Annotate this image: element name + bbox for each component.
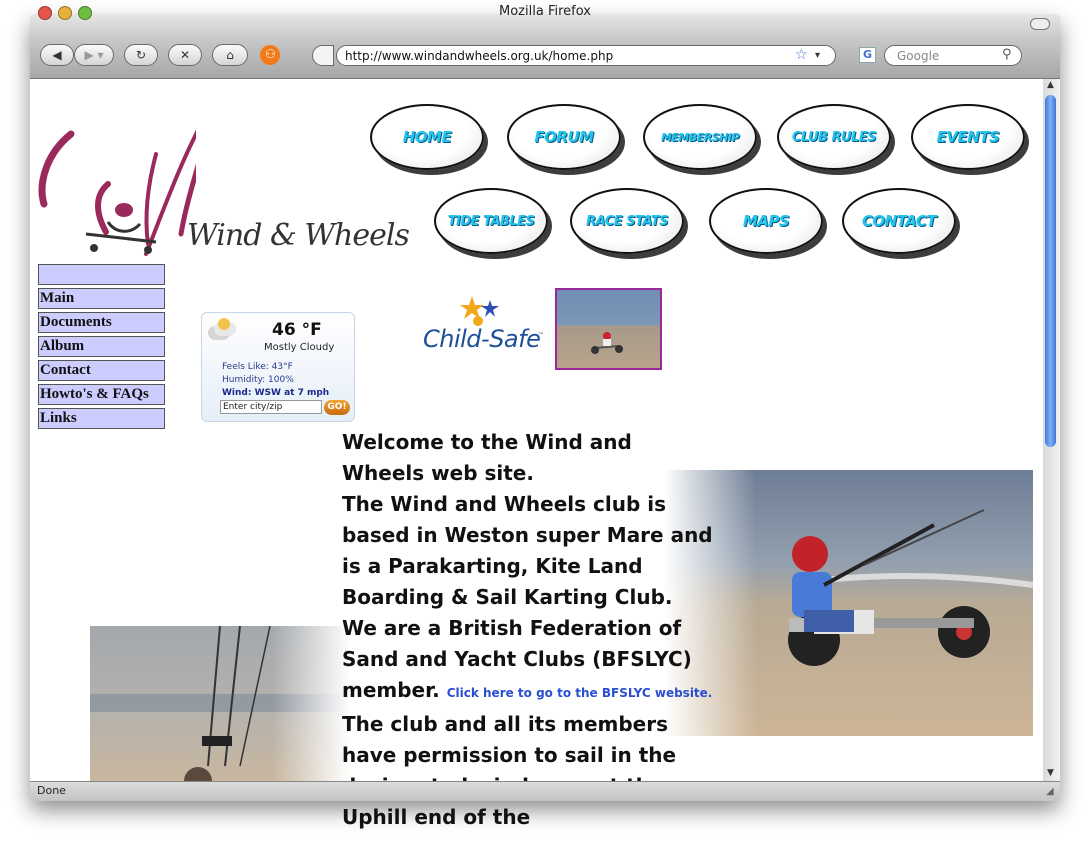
welcome-text-block: Welcome to the Wind and Wheels web site.… bbox=[342, 427, 714, 833]
reload-icon: ↻ bbox=[135, 48, 147, 62]
back-arrow-icon: ◀ bbox=[52, 48, 62, 62]
kart-rider-photo bbox=[664, 470, 1033, 736]
kite-boarder-photo-image bbox=[90, 626, 350, 781]
resize-grip-icon[interactable]: ◢ bbox=[1046, 786, 1054, 797]
forward-button[interactable]: ▶ ▾ bbox=[74, 44, 114, 66]
child-safe-trademark: ™ bbox=[538, 332, 544, 339]
nav-maps-label: MAPS bbox=[742, 212, 790, 230]
kart-rider-photo-image bbox=[664, 470, 1033, 736]
sailing-permission-text: The club and all its members have permis… bbox=[342, 712, 677, 829]
nav-contact-button[interactable]: CONTACT bbox=[842, 188, 956, 254]
stop-icon: ✕ bbox=[179, 48, 191, 62]
nav-tide-tables-button[interactable]: TIDE TABLES bbox=[434, 188, 548, 254]
menu-item-album[interactable]: Album bbox=[38, 336, 165, 357]
kart-rider-thumbnail-icon bbox=[591, 332, 623, 354]
welcome-heading: Welcome to the Wind and Wheels web site. bbox=[342, 430, 632, 485]
weather-humidity: Humidity: 100% bbox=[222, 375, 294, 385]
menu-item-howtos-faqs[interactable]: Howto's & FAQs bbox=[38, 384, 165, 405]
nav-home-label: HOME bbox=[402, 128, 452, 146]
nav-race-stats-label: RACE STATS bbox=[586, 213, 668, 229]
child-safe-logo-text: Child-Safe bbox=[423, 325, 541, 353]
nav-contact-label: CONTACT bbox=[861, 212, 937, 230]
status-bar bbox=[30, 781, 1060, 801]
menu-item-main[interactable]: Main bbox=[38, 288, 165, 309]
nav-club-rules-label: CLUB RULES bbox=[791, 129, 877, 145]
stop-button[interactable]: ✕ bbox=[168, 44, 202, 66]
menu-item-blank[interactable] bbox=[38, 264, 165, 285]
addon-icon: ⚇ bbox=[265, 47, 276, 61]
bookmark-star-icon[interactable]: ☆ bbox=[795, 47, 808, 63]
menu-item-links[interactable]: Links bbox=[38, 408, 165, 429]
sun-icon bbox=[218, 318, 230, 330]
reload-button[interactable]: ↻ bbox=[124, 44, 158, 66]
scroll-down-arrow-icon[interactable]: ▼ bbox=[1047, 768, 1054, 778]
status-text: Done bbox=[37, 784, 66, 797]
child-safe-stars-icon bbox=[460, 296, 499, 326]
city-zip-input[interactable]: Enter city/zip bbox=[220, 400, 322, 414]
bfslyc-membership-text: We are a British Federation of Sand and … bbox=[342, 613, 714, 709]
bfslyc-website-link[interactable]: Click here to go to the BFSLYC website. bbox=[447, 686, 713, 700]
club-description: The Wind and Wheels club is based in Wes… bbox=[342, 492, 713, 609]
weather-wind: Wind: WSW at 7 mph bbox=[222, 388, 330, 398]
nav-events-button[interactable]: EVENTS bbox=[911, 104, 1025, 170]
url-dropdown-icon[interactable]: ▾ bbox=[815, 50, 820, 61]
forward-arrow-icon: ▶ ▾ bbox=[84, 48, 104, 62]
search-engine-icon[interactable]: G bbox=[859, 47, 876, 63]
url-text: http://www.windandwheels.org.uk/home.php bbox=[345, 49, 614, 63]
nav-forum-label: FORUM bbox=[534, 128, 594, 146]
logo-text: Wind & Wheels bbox=[187, 218, 410, 253]
nav-membership-label: MEMBERSHIP bbox=[660, 130, 740, 144]
weather-temperature: 46 °F bbox=[272, 320, 322, 340]
menu-item-documents[interactable]: Documents bbox=[38, 312, 165, 333]
kart-thumbnail-image[interactable] bbox=[555, 288, 662, 370]
nav-club-rules-button[interactable]: CLUB RULES bbox=[777, 104, 891, 170]
scrollbar-thumb[interactable] bbox=[1045, 95, 1056, 447]
nav-maps-button[interactable]: MAPS bbox=[709, 188, 823, 254]
window-title: Mozilla Firefox bbox=[499, 4, 591, 19]
scroll-up-arrow-icon[interactable]: ▲ bbox=[1047, 80, 1054, 90]
home-icon: ⌂ bbox=[226, 48, 234, 62]
back-button[interactable]: ◀ bbox=[40, 44, 74, 66]
addon-button[interactable]: ⚇ bbox=[260, 45, 280, 65]
search-placeholder: Google bbox=[897, 49, 940, 63]
weather-condition: Mostly Cloudy bbox=[264, 342, 335, 353]
kite-boarder-photo bbox=[90, 626, 350, 781]
nav-tide-tables-label: TIDE TABLES bbox=[447, 213, 535, 229]
home-button[interactable]: ⌂ bbox=[212, 44, 248, 66]
menu-item-contact[interactable]: Contact bbox=[38, 360, 165, 381]
nav-events-label: EVENTS bbox=[936, 128, 1000, 146]
nav-membership-button[interactable]: MEMBERSHIP bbox=[643, 104, 757, 170]
logo-kite-figure-icon bbox=[38, 129, 196, 256]
search-icon[interactable]: ⚲ bbox=[1002, 47, 1012, 62]
toolbar-toggle-button[interactable] bbox=[1030, 18, 1050, 30]
site-identity-button[interactable] bbox=[312, 45, 334, 66]
nav-home-button[interactable]: HOME bbox=[370, 104, 484, 170]
nav-race-stats-button[interactable]: RACE STATS bbox=[570, 188, 684, 254]
nav-forum-button[interactable]: FORUM bbox=[507, 104, 621, 170]
weather-feels-like: Feels Like: 43°F bbox=[222, 362, 293, 372]
weather-go-button[interactable]: GO! bbox=[324, 400, 350, 415]
